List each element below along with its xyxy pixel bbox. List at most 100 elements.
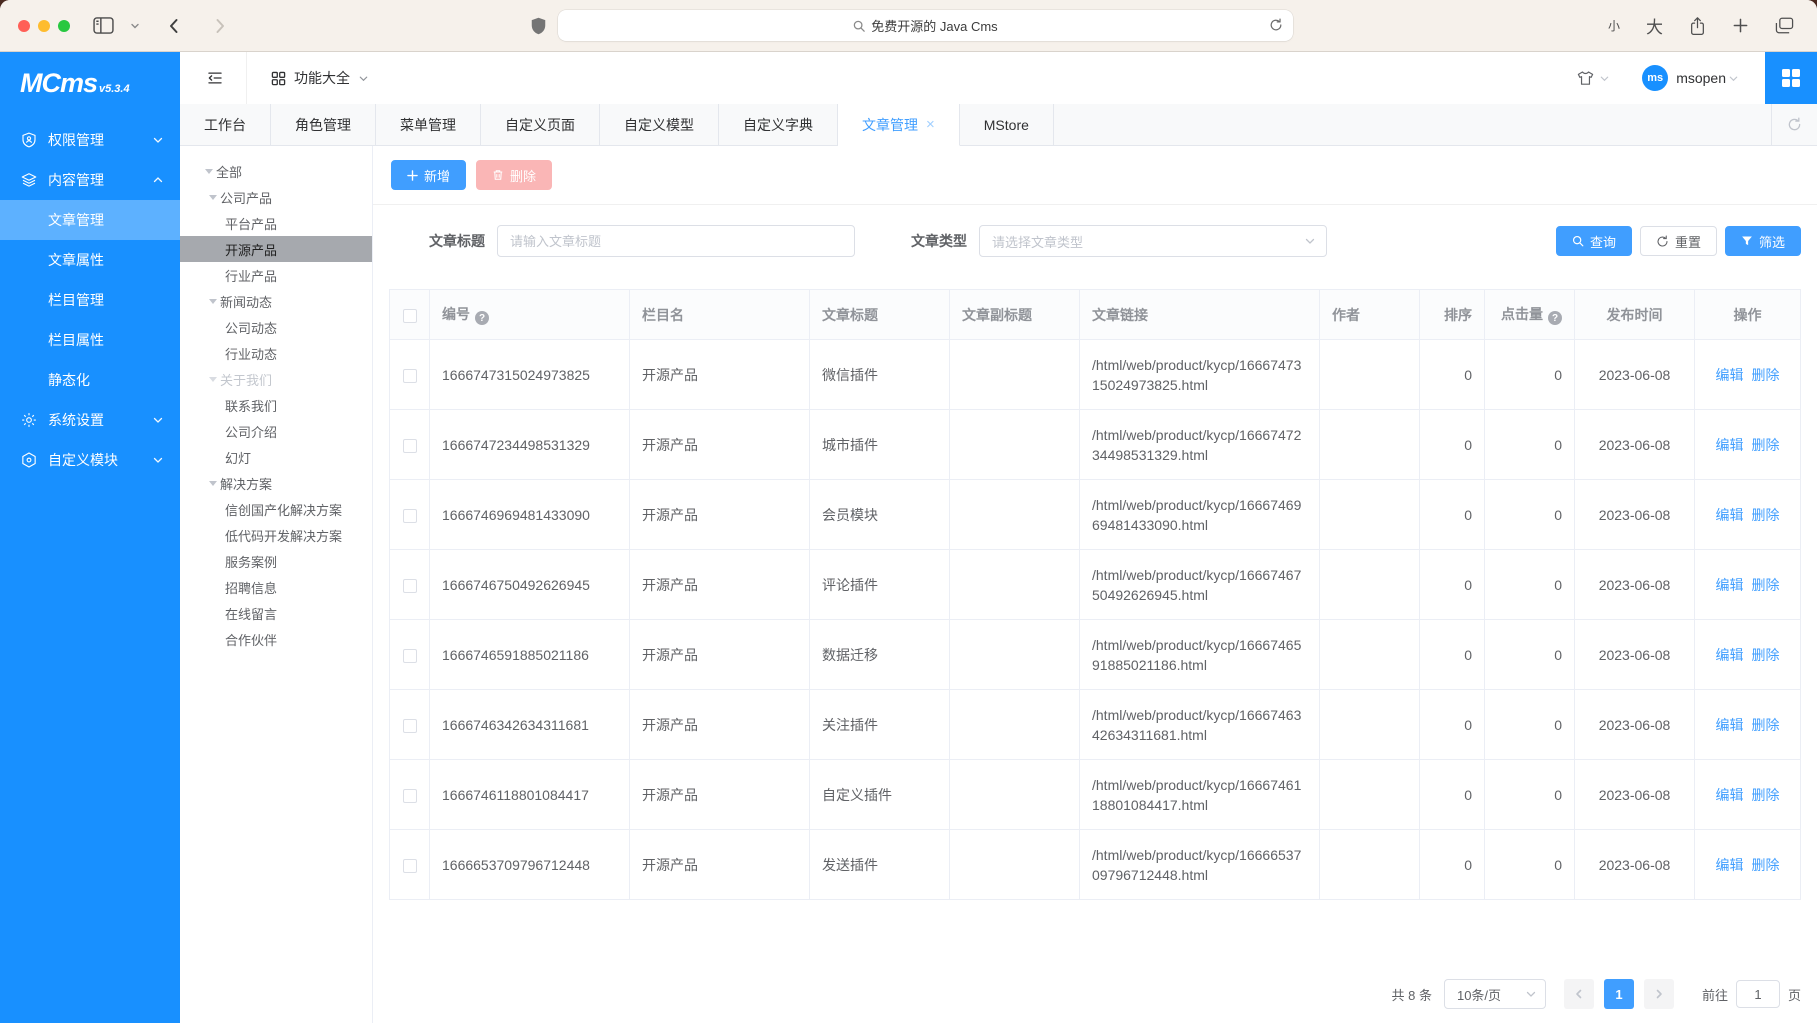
address-bar[interactable]: 免费开源的 Java Cms: [558, 10, 1293, 41]
tree-node[interactable]: 幻灯: [180, 444, 372, 470]
row-checkbox[interactable]: [403, 649, 417, 663]
tree-node[interactable]: 公司动态: [180, 314, 372, 340]
edit-link[interactable]: 编辑: [1716, 787, 1744, 803]
delete-link[interactable]: 删除: [1752, 647, 1780, 663]
minimize-window-button[interactable]: [38, 20, 50, 32]
row-checkbox[interactable]: [403, 789, 417, 803]
new-tab-icon[interactable]: [1727, 12, 1754, 40]
tab-item[interactable]: 菜单管理: [376, 104, 481, 145]
current-page-button[interactable]: 1: [1604, 979, 1634, 1009]
delete-link[interactable]: 删除: [1752, 367, 1780, 383]
article-type-select[interactable]: 请选择文章类型: [979, 225, 1327, 257]
theme-switcher[interactable]: [1576, 69, 1610, 88]
tree-node[interactable]: 解决方案: [180, 470, 372, 496]
tree-node[interactable]: 开源产品: [180, 236, 372, 262]
tab-item[interactable]: 自定义模型: [600, 104, 719, 145]
row-checkbox[interactable]: [403, 509, 417, 523]
help-icon[interactable]: ?: [475, 311, 489, 325]
query-button[interactable]: 查询: [1556, 226, 1632, 256]
tab-active[interactable]: 文章管理×: [838, 104, 960, 146]
tree-node[interactable]: 低代码开发解决方案: [180, 522, 372, 548]
delete-link[interactable]: 删除: [1752, 717, 1780, 733]
app-logo[interactable]: MCms v5.3.4: [0, 52, 180, 110]
edit-link[interactable]: 编辑: [1716, 367, 1744, 383]
tree-node[interactable]: 平台产品: [180, 210, 372, 236]
prev-page-button[interactable]: [1564, 979, 1594, 1009]
row-checkbox[interactable]: [403, 439, 417, 453]
text-larger-button[interactable]: 大: [1641, 12, 1668, 40]
edit-link[interactable]: 编辑: [1716, 857, 1744, 873]
sidebar-subitem[interactable]: 静态化: [0, 360, 180, 400]
tree-node[interactable]: 联系我们: [180, 392, 372, 418]
delete-button[interactable]: 删除: [476, 160, 552, 190]
delete-link[interactable]: 删除: [1752, 437, 1780, 453]
browser-sidebar-icon[interactable]: [88, 12, 119, 40]
tab-item[interactable]: 角色管理: [271, 104, 376, 145]
sidebar-subitem[interactable]: 文章属性: [0, 240, 180, 280]
sidebar-item[interactable]: 权限管理: [0, 120, 180, 160]
sidebar-subitem[interactable]: 栏目管理: [0, 280, 180, 320]
close-window-button[interactable]: [18, 20, 30, 32]
tab-item[interactable]: MStore: [960, 104, 1054, 145]
tree-node[interactable]: 服务案例: [180, 548, 372, 574]
sidebar-item[interactable]: 内容管理: [0, 160, 180, 200]
article-title-input[interactable]: [497, 225, 855, 257]
tab-item[interactable]: 自定义字典: [719, 104, 838, 145]
sidebar-subitem[interactable]: 栏目属性: [0, 320, 180, 360]
tree-node[interactable]: 全部: [180, 158, 372, 184]
tree-node[interactable]: 招聘信息: [180, 574, 372, 600]
caret-icon: [202, 164, 216, 178]
reset-button[interactable]: 重置: [1640, 226, 1717, 256]
tree-node[interactable]: 信创国产化解决方案: [180, 496, 372, 522]
edit-link[interactable]: 编辑: [1716, 577, 1744, 593]
tree-node[interactable]: 行业产品: [180, 262, 372, 288]
tree-node[interactable]: 公司产品: [180, 184, 372, 210]
sidebar-item[interactable]: 系统设置: [0, 400, 180, 440]
delete-link[interactable]: 删除: [1752, 787, 1780, 803]
tab-overview-icon[interactable]: [1770, 12, 1799, 40]
tree-node[interactable]: 合作伙伴: [180, 626, 372, 652]
tree-node[interactable]: 行业动态: [180, 340, 372, 366]
row-checkbox[interactable]: [403, 369, 417, 383]
edit-link[interactable]: 编辑: [1716, 507, 1744, 523]
tree-node[interactable]: 在线留言: [180, 600, 372, 626]
sidebar-subitem[interactable]: 文章管理: [0, 200, 180, 240]
page-size-select[interactable]: 10条/页: [1444, 979, 1546, 1009]
next-page-button[interactable]: [1644, 979, 1674, 1009]
user-menu[interactable]: ms msopen: [1642, 65, 1739, 91]
tree-node[interactable]: 关于我们: [180, 366, 372, 392]
zoom-window-button[interactable]: [58, 20, 70, 32]
select-all-checkbox[interactable]: [403, 309, 417, 323]
filter-button[interactable]: 筛选: [1725, 226, 1801, 256]
privacy-shield-icon[interactable]: [531, 17, 546, 35]
row-checkbox[interactable]: [403, 579, 417, 593]
share-icon[interactable]: [1684, 12, 1711, 40]
tree-node[interactable]: 公司介绍: [180, 418, 372, 444]
delete-link[interactable]: 删除: [1752, 507, 1780, 523]
row-checkbox[interactable]: [403, 719, 417, 733]
edit-link[interactable]: 编辑: [1716, 717, 1744, 733]
edit-link[interactable]: 编辑: [1716, 437, 1744, 453]
tab-item[interactable]: 自定义页面: [481, 104, 600, 145]
refresh-tabs-button[interactable]: [1771, 104, 1817, 145]
help-icon[interactable]: ?: [1548, 311, 1562, 325]
sidebar-chevron-down-icon[interactable]: [125, 12, 145, 40]
delete-link[interactable]: 删除: [1752, 577, 1780, 593]
function-menu[interactable]: 功能大全: [271, 68, 369, 88]
text-smaller-button[interactable]: 小: [1603, 12, 1625, 40]
forward-button[interactable]: [205, 12, 235, 40]
row-checkbox[interactable]: [403, 859, 417, 873]
reload-icon[interactable]: [1269, 18, 1283, 32]
collapse-menu-icon[interactable]: [206, 69, 224, 87]
sidebar-item[interactable]: 自定义模块: [0, 440, 180, 480]
app-launcher-button[interactable]: [1765, 52, 1817, 104]
goto-page-input[interactable]: [1736, 980, 1780, 1008]
filter-row: 文章标题 文章类型 请选择文章类型 查询: [389, 205, 1801, 257]
tab-item[interactable]: 工作台: [180, 104, 271, 145]
tree-node[interactable]: 新闻动态: [180, 288, 372, 314]
delete-link[interactable]: 删除: [1752, 857, 1780, 873]
back-button[interactable]: [159, 12, 189, 40]
add-button[interactable]: 新增: [391, 160, 466, 190]
edit-link[interactable]: 编辑: [1716, 647, 1744, 663]
close-icon[interactable]: ×: [926, 117, 935, 132]
